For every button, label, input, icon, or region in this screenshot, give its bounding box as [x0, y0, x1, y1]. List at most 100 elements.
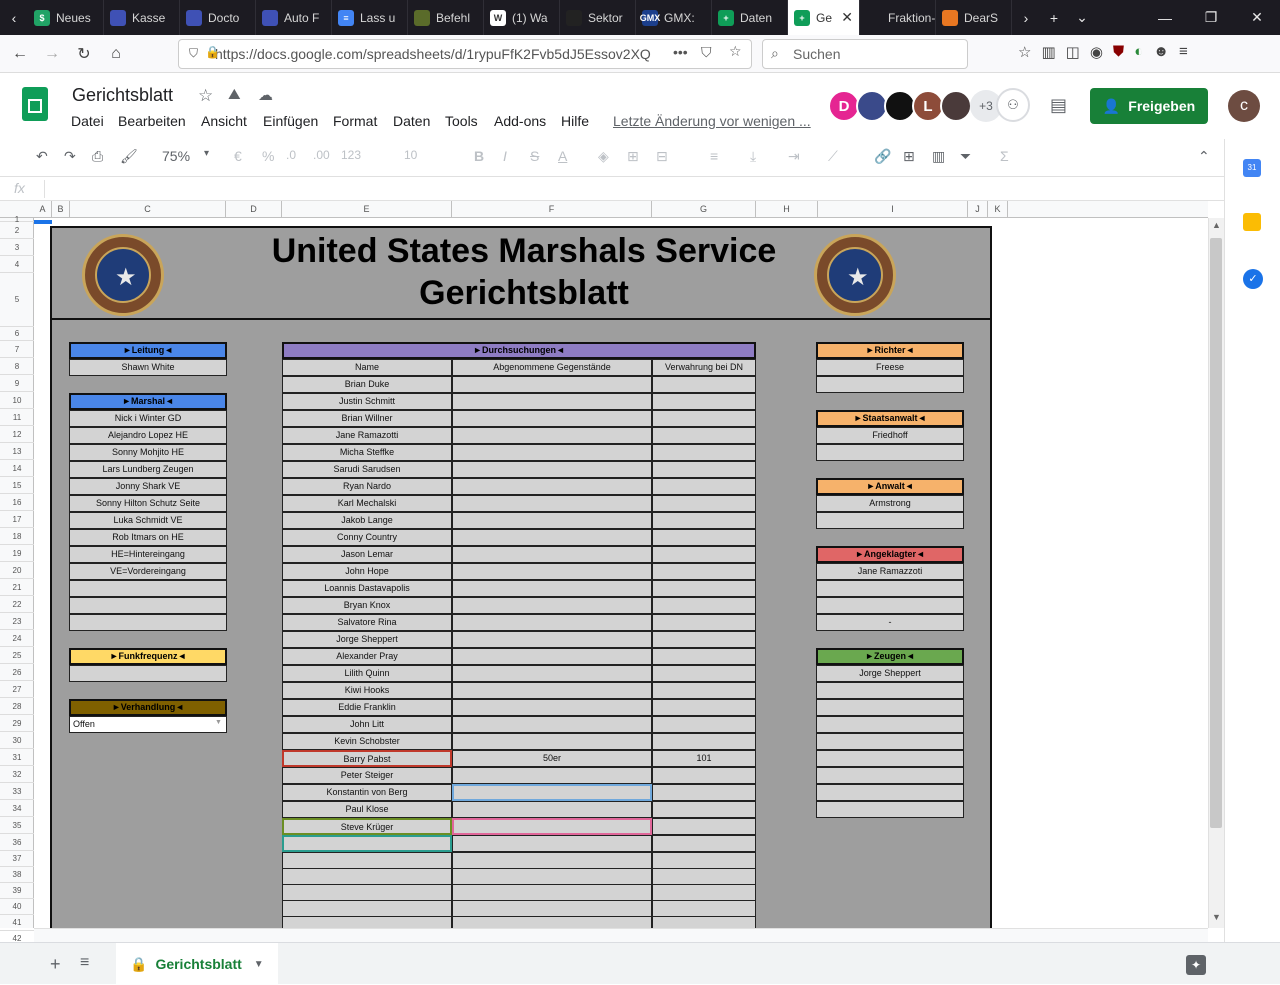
search-name-cell[interactable]: Karl Mechalski: [282, 495, 452, 512]
column-header-a[interactable]: A: [34, 201, 52, 218]
row-header-36[interactable]: 36: [0, 834, 34, 851]
marshal-cell[interactable]: Sonny Mohjito HE: [69, 444, 227, 461]
marshal-cell[interactable]: [69, 580, 227, 597]
search-name-cell[interactable]: [282, 884, 452, 901]
search-name-cell[interactable]: Ryan Nardo: [282, 478, 452, 495]
search-name-cell[interactable]: [282, 900, 452, 917]
richter-cell[interactable]: [816, 376, 964, 393]
ublock-icon[interactable]: ⛊: [1113, 43, 1124, 61]
search-dn-cell[interactable]: [652, 478, 756, 495]
verhandlung-header[interactable]: ►Verhandlung◄: [69, 699, 227, 716]
menu-item-datei[interactable]: Datei: [71, 113, 104, 129]
close-tab-icon[interactable]: ✕: [841, 9, 853, 26]
search-items-cell[interactable]: [452, 716, 652, 733]
search-items-cell[interactable]: [452, 631, 652, 648]
search-items-cell[interactable]: [452, 614, 652, 631]
column-dn-header[interactable]: Verwahrung bei DN: [652, 359, 756, 376]
search-dn-cell[interactable]: [652, 427, 756, 444]
search-dn-cell[interactable]: [652, 563, 756, 580]
row-header-4[interactable]: 4: [0, 256, 34, 273]
richter-cell[interactable]: Freese: [816, 359, 964, 376]
zeugen-cell[interactable]: [816, 682, 964, 699]
row-header-26[interactable]: 26: [0, 664, 34, 681]
search-dn-cell[interactable]: [652, 495, 756, 512]
share-button[interactable]: 👤 Freigeben: [1090, 88, 1208, 124]
row-header-7[interactable]: 7: [0, 341, 34, 358]
minimize-icon[interactable]: —: [1142, 10, 1188, 26]
marshal-cell[interactable]: Rob Itmars on HE: [69, 529, 227, 546]
search-name-cell[interactable]: Bryan Knox: [282, 597, 452, 614]
row-header-41[interactable]: 41: [0, 915, 34, 931]
angeklagter-cell[interactable]: -: [816, 614, 964, 631]
zeugen-cell[interactable]: [816, 733, 964, 750]
row-header-9[interactable]: 9: [0, 375, 34, 392]
row-header-5[interactable]: 5: [0, 273, 34, 327]
search-items-cell[interactable]: [452, 563, 652, 580]
search-dn-cell[interactable]: [652, 868, 756, 885]
all-sheets-icon[interactable]: ≡: [80, 954, 89, 972]
staatsanwalt-cell[interactable]: [816, 444, 964, 461]
column-header-b[interactable]: B: [52, 201, 70, 218]
search-name-cell[interactable]: Steve Krüger: [282, 818, 452, 835]
search-dn-cell[interactable]: [652, 648, 756, 665]
row-header-21[interactable]: 21: [0, 579, 34, 596]
search-items-cell[interactable]: [452, 665, 652, 682]
browser-tab[interactable]: $ Neues: [28, 0, 104, 35]
menu-item-format[interactable]: Format: [333, 113, 377, 129]
library-icon[interactable]: ▥: [1041, 43, 1055, 61]
browser-tab[interactable]: Kasse: [104, 0, 180, 35]
search-name-cell[interactable]: Kiwi Hooks: [282, 682, 452, 699]
row-header-24[interactable]: 24: [0, 630, 34, 647]
anwalt-cell[interactable]: [816, 512, 964, 529]
close-window-icon[interactable]: ✕: [1234, 9, 1280, 26]
row-header-33[interactable]: 33: [0, 783, 34, 800]
search-items-cell[interactable]: [452, 427, 652, 444]
new-tab-icon[interactable]: +: [1040, 0, 1068, 35]
browser-tab[interactable]: Auto F: [256, 0, 332, 35]
search-name-cell[interactable]: John Litt: [282, 716, 452, 733]
search-dn-cell[interactable]: 101: [652, 750, 756, 767]
search-dn-cell[interactable]: [652, 376, 756, 393]
search-dn-cell[interactable]: [652, 767, 756, 784]
search-name-cell[interactable]: Kevin Schobster: [282, 733, 452, 750]
zoom-select[interactable]: 75% ▾: [162, 148, 214, 164]
chevron-down-icon[interactable]: ▼: [254, 959, 264, 970]
search-items-cell[interactable]: [452, 916, 652, 928]
search-items-cell[interactable]: [452, 818, 652, 835]
search-name-cell[interactable]: Sarudi Sarudsen: [282, 461, 452, 478]
search-items-cell[interactable]: [452, 410, 652, 427]
browser-tab[interactable]: + Ge ✕: [788, 0, 860, 35]
menu-item-einfügen[interactable]: Einfügen: [263, 113, 318, 129]
leitung-cell[interactable]: Shawn White: [69, 359, 227, 376]
search-name-cell[interactable]: Micha Steffke: [282, 444, 452, 461]
search-dn-cell[interactable]: [652, 529, 756, 546]
strikethrough-icon[interactable]: S: [530, 148, 539, 164]
restore-icon[interactable]: ❐: [1188, 9, 1234, 26]
search-items-cell[interactable]: [452, 801, 652, 818]
search-items-cell[interactable]: [452, 884, 652, 901]
search-dn-cell[interactable]: [652, 818, 756, 835]
increase-decimals-icon[interactable]: .00: [313, 148, 330, 162]
add-sheet-icon[interactable]: +: [50, 954, 61, 975]
search-dn-cell[interactable]: [652, 580, 756, 597]
search-name-cell[interactable]: [282, 835, 452, 852]
menu-item-hilfe[interactable]: Hilfe: [561, 113, 589, 129]
leitung-header[interactable]: ►Leitung◄: [69, 342, 227, 359]
lock-icon[interactable]: 🔒: [205, 45, 220, 59]
home-icon[interactable]: ⌂: [100, 38, 132, 70]
search-dn-cell[interactable]: [652, 900, 756, 917]
anwalt-header[interactable]: ►Anwalt◄: [816, 478, 964, 495]
selected-cell-a1[interactable]: [34, 220, 52, 224]
sidebar-icon[interactable]: ◫: [1066, 43, 1080, 61]
formula-input[interactable]: [52, 181, 1212, 197]
search-dn-cell[interactable]: [652, 665, 756, 682]
search-items-cell[interactable]: [452, 444, 652, 461]
collaborators-icon[interactable]: ⚇: [996, 88, 1030, 122]
star-icon[interactable]: ☆: [198, 86, 213, 106]
search-name-cell[interactable]: Peter Steiger: [282, 767, 452, 784]
browser-tab[interactable]: ≡ Lass u: [332, 0, 408, 35]
marshal-cell[interactable]: Sonny Hilton Schutz Seite: [69, 495, 227, 512]
sheet-grid[interactable]: ★ ★ United States Marshals Service Geric…: [34, 218, 1208, 928]
search-dn-cell[interactable]: [652, 884, 756, 901]
page-actions-icon[interactable]: •••: [673, 44, 688, 60]
